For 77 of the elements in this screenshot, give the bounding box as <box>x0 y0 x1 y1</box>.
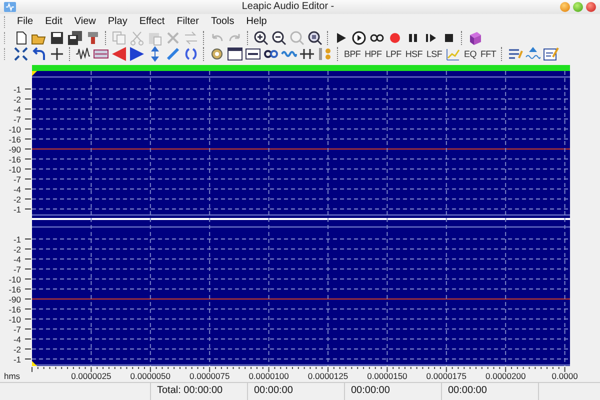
time-label: 0.0000075 <box>190 371 230 382</box>
scale-label: -7 <box>13 174 21 185</box>
sound-icon[interactable] <box>183 46 199 62</box>
end-marker[interactable] <box>32 361 37 366</box>
menu-item[interactable]: Play <box>102 16 134 28</box>
scale-label: -1 <box>13 84 21 95</box>
window-icon[interactable] <box>227 46 243 62</box>
zoom-out-icon[interactable] <box>271 30 287 46</box>
scale-label: -10 <box>8 274 21 285</box>
time-label: 0.0000100 <box>248 371 289 382</box>
filter-button[interactable]: HSF <box>404 49 424 60</box>
save-all-icon[interactable] <box>67 30 83 46</box>
status-field: 00:00:00 <box>442 383 539 400</box>
time-label: 0.0000050 <box>130 371 170 382</box>
zoom-in-icon[interactable] <box>253 30 269 46</box>
note-icon[interactable] <box>543 46 560 62</box>
time-unit-label: hms <box>4 371 20 382</box>
time-label: 0.0000150 <box>367 371 408 382</box>
status-field: 00:00:00 <box>345 383 442 400</box>
scale-label: -16 <box>8 304 21 315</box>
fade-in-icon[interactable] <box>129 46 145 62</box>
filter-button[interactable]: EQ <box>463 49 478 60</box>
fade-out-icon[interactable] <box>111 46 127 62</box>
scale-label: -90 <box>8 294 21 305</box>
scale-label: -10 <box>8 314 21 325</box>
back-arrow-icon[interactable] <box>31 46 47 62</box>
scale-label: -10 <box>8 124 21 135</box>
scale-label: -2 <box>13 194 21 205</box>
waveform-canvas[interactable] <box>32 71 570 366</box>
time-label: 0.0000025 <box>71 371 112 382</box>
scale-label: -90 <box>8 144 21 155</box>
menu-item[interactable]: Tools <box>204 16 240 28</box>
time-label: 0.0000125 <box>308 371 348 382</box>
menu-item[interactable]: File <box>11 16 40 28</box>
filter-button[interactable]: HPF <box>364 49 383 60</box>
scale-label: -2 <box>13 344 21 355</box>
scale-label: -7 <box>13 264 21 275</box>
panel-icon[interactable] <box>245 46 261 62</box>
zoom-selection-icon[interactable] <box>307 30 323 46</box>
expand-icon[interactable] <box>13 46 29 62</box>
scale-label: -1 <box>13 204 21 215</box>
scale-label: -10 <box>8 164 21 175</box>
menu-item[interactable]: Help <box>240 16 273 28</box>
play-circle-icon[interactable] <box>351 30 367 46</box>
cross-line-icon[interactable] <box>49 46 65 62</box>
status-field: Total: 00:00:00 <box>151 383 248 400</box>
status-field: 00:00:00 <box>248 383 345 400</box>
scale-label: -7 <box>13 114 21 125</box>
scale-label: -1 <box>13 234 21 245</box>
scale-label: -16 <box>8 284 21 295</box>
scale-label: -4 <box>13 104 21 115</box>
filter-button[interactable]: FFT <box>479 49 498 60</box>
menu-item[interactable]: Edit <box>39 16 68 28</box>
save-icon[interactable] <box>49 30 65 46</box>
menu-item[interactable]: Effect <box>133 16 171 28</box>
scale-label: -4 <box>13 184 21 195</box>
scale-label: -7 <box>13 324 21 335</box>
menu-item[interactable]: View <box>68 16 102 28</box>
scale-label: -1 <box>13 354 21 365</box>
filter-button[interactable]: BPF <box>343 49 362 60</box>
scale-label: -16 <box>8 134 21 145</box>
time-label: 0.0000200 <box>486 371 526 382</box>
scale-label: -16 <box>8 154 21 165</box>
time-label: 0.0000175 <box>426 371 466 382</box>
scale-label: -2 <box>13 244 21 255</box>
window-title: Leapic Audio Editor - <box>240 1 336 12</box>
time-label: 0.0000 <box>552 371 578 382</box>
filter-button[interactable]: LPF <box>384 49 402 60</box>
brush-icon[interactable] <box>85 30 101 46</box>
close-button[interactable] <box>586 2 596 12</box>
scale-label: -4 <box>13 334 21 345</box>
scale-label: -2 <box>13 94 21 105</box>
start-marker[interactable] <box>32 71 37 76</box>
scale-label: -4 <box>13 254 21 265</box>
filter-button[interactable]: LSF <box>425 49 444 60</box>
menu-item[interactable]: Filter <box>170 16 205 28</box>
app-icon <box>4 2 16 12</box>
